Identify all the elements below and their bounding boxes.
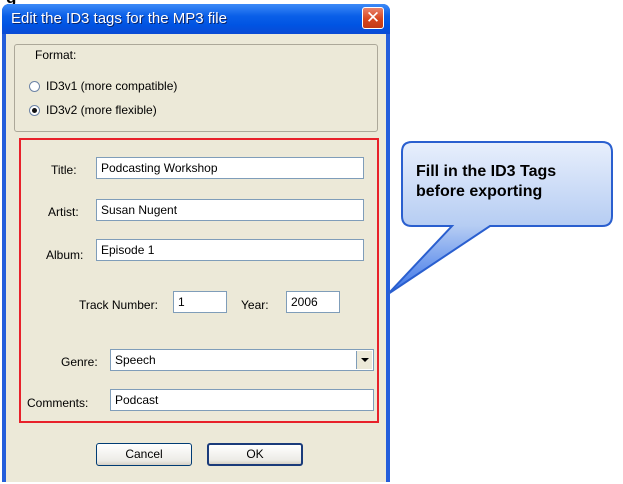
- ok-button[interactable]: OK: [207, 443, 303, 466]
- comments-field[interactable]: Podcast: [110, 389, 374, 411]
- year-field[interactable]: 2006: [286, 291, 340, 313]
- title-bar[interactable]: Edit the ID3 tags for the MP3 file ✕: [2, 4, 390, 34]
- artist-label: Artist:: [48, 205, 79, 219]
- callout-line-2: before exporting: [416, 183, 543, 200]
- radio-id3v1-label: ID3v1 (more compatible): [46, 79, 178, 93]
- genre-label: Genre:: [61, 355, 98, 369]
- genre-dropdown[interactable]: Speech: [110, 349, 374, 371]
- radio-id3v1[interactable]: ID3v1 (more compatible): [29, 78, 177, 94]
- track-number-field[interactable]: 1: [173, 291, 227, 313]
- title-label: Title:: [51, 163, 77, 177]
- radio-button-checked-icon[interactable]: [29, 104, 40, 116]
- close-button[interactable]: ✕: [362, 7, 384, 29]
- radio-id3v2-label: ID3v2 (more flexible): [46, 103, 157, 117]
- year-label: Year:: [241, 298, 269, 312]
- chevron-down-icon[interactable]: [356, 351, 372, 369]
- format-group: Format: ID3v1 (more compatible) ID3v2 (m…: [14, 44, 378, 132]
- cancel-button[interactable]: Cancel: [96, 443, 192, 466]
- genre-value: Speech: [115, 353, 156, 367]
- radio-button-icon[interactable]: [29, 80, 40, 92]
- track-number-label: Track Number:: [79, 298, 158, 312]
- artist-field[interactable]: Susan Nugent: [96, 199, 364, 221]
- callout-bubble: [387, 141, 613, 295]
- dialog-title: Edit the ID3 tags for the MP3 file: [11, 10, 227, 27]
- radio-id3v2[interactable]: ID3v2 (more flexible): [29, 102, 157, 118]
- close-icon: ✕: [365, 8, 381, 28]
- comments-label: Comments:: [27, 396, 89, 410]
- format-legend: Format:: [33, 48, 79, 62]
- album-label: Album:: [46, 248, 84, 262]
- title-field[interactable]: Podcasting Workshop: [96, 157, 364, 179]
- highlight-box: [19, 138, 379, 423]
- callout-text: Fill in the ID3 Tags before exporting: [416, 162, 596, 202]
- callout-line-1: Fill in the ID3 Tags: [416, 163, 557, 180]
- album-field[interactable]: Episode 1: [96, 239, 364, 261]
